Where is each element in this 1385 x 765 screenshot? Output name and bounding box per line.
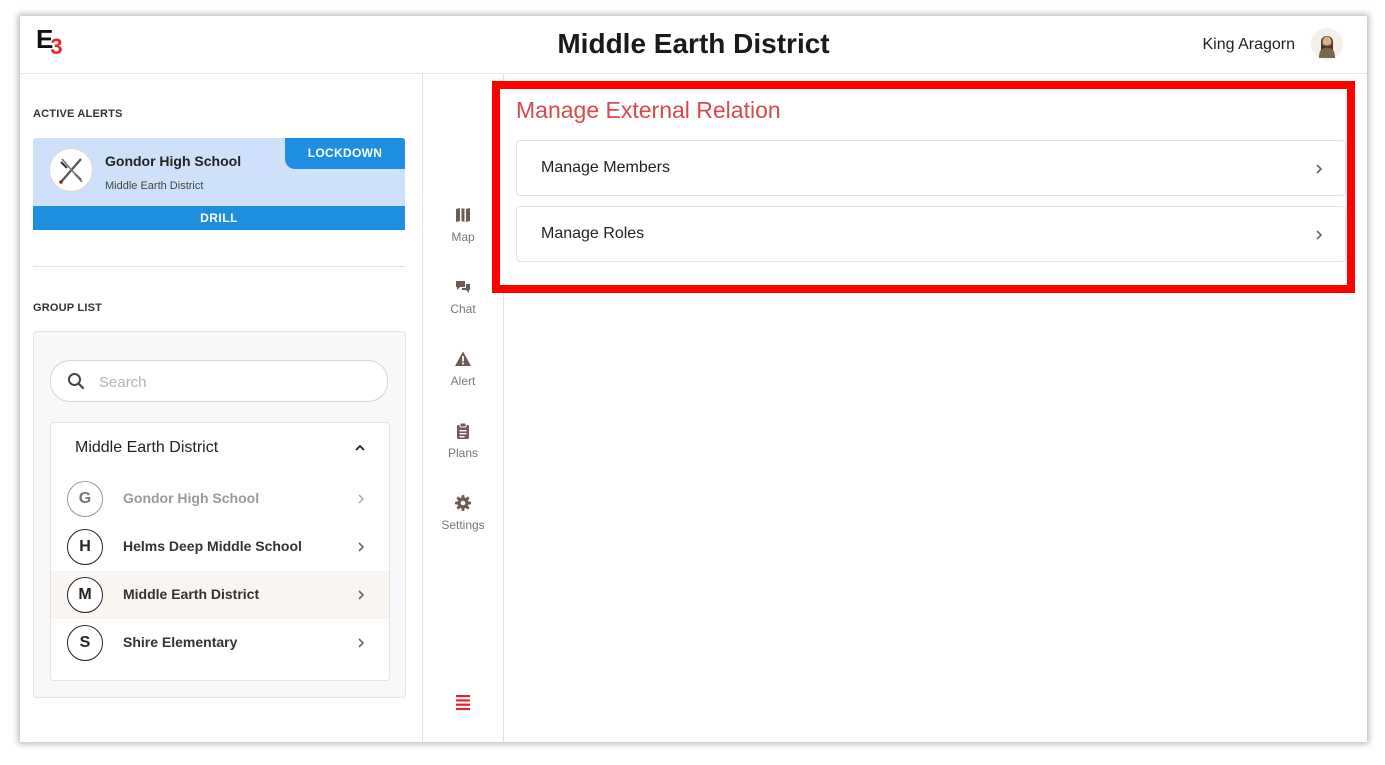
main-content: Manage External Relation Manage Members … (492, 74, 1367, 742)
nav-label-chat: Chat (450, 302, 476, 316)
top-header: E3 Middle Earth District King Aragorn (20, 16, 1367, 74)
chevron-right-icon (1316, 230, 1323, 240)
nav-item-plans[interactable]: Plans (423, 422, 503, 460)
school-initial-badge: G (67, 481, 103, 517)
nav-label-map: Map (451, 230, 475, 244)
list-item-middle-earth-district[interactable]: M Middle Earth District (51, 571, 389, 619)
school-name: Shire Elementary (123, 634, 238, 650)
user-avatar[interactable] (1311, 28, 1343, 60)
search-input[interactable] (97, 370, 371, 394)
user-name[interactable]: King Aragorn (1202, 36, 1295, 54)
alert-icon (455, 351, 471, 366)
nav-item-alert[interactable]: Alert (423, 350, 503, 388)
search-icon (68, 373, 85, 390)
nav-item-map[interactable]: Map (423, 206, 503, 244)
app-window: E3 Middle Earth District King Aragorn AC… (20, 16, 1367, 742)
alert-district-name: Middle Earth District (105, 180, 204, 192)
group-list-panel: Middle Earth District G Gondor High Scho… (33, 331, 406, 698)
map-icon (456, 208, 470, 222)
chevron-right-icon (1316, 164, 1323, 174)
nav-label-alert: Alert (450, 374, 476, 388)
active-alert-card[interactable]: Gondor High School Middle Earth District… (33, 138, 405, 230)
nav-label-plans: Plans (447, 446, 479, 460)
group-list-heading: GROUP LIST (33, 302, 103, 314)
manage-members-label: Manage Members (541, 159, 670, 176)
nav-label-settings: Settings (441, 518, 485, 532)
chevron-right-icon (358, 494, 365, 504)
lockdown-badge: LOCKDOWN (285, 138, 405, 169)
gear-icon (455, 495, 471, 511)
manage-members-row[interactable]: Manage Members (516, 140, 1346, 196)
school-initial-badge: H (67, 529, 103, 565)
school-name: Middle Earth District (123, 586, 260, 602)
school-name: Helms Deep Middle School (123, 538, 302, 554)
list-item-shire-elementary[interactable]: S Shire Elementary (51, 619, 389, 667)
list-item-gondor-high-school[interactable]: G Gondor High School (51, 475, 389, 523)
chevron-right-icon (358, 638, 365, 648)
chat-icon (456, 281, 470, 293)
district-group: Middle Earth District G Gondor High Scho… (50, 422, 390, 681)
school-name: Gondor High School (123, 490, 260, 506)
highlight-box: Manage External Relation Manage Members … (492, 81, 1355, 293)
school-initial-badge: M (67, 577, 103, 613)
left-sidebar: ACTIVE ALERTS Gondor High School Middle … (20, 74, 423, 742)
sidebar-divider (33, 266, 405, 267)
section-title: Manage External Relation (516, 97, 781, 123)
manage-roles-label: Manage Roles (541, 225, 645, 242)
nav-item-chat[interactable]: Chat (423, 278, 503, 316)
chevron-right-icon (358, 542, 365, 552)
drill-label: DRILL (33, 206, 405, 230)
list-item-helms-deep-middle-school[interactable]: H Helms Deep Middle School (51, 523, 389, 571)
hamburger-menu-icon[interactable] (453, 692, 473, 712)
sword-icon (49, 148, 93, 192)
clipboard-icon (457, 422, 469, 439)
manage-roles-row[interactable]: Manage Roles (516, 206, 1346, 262)
alert-school-name: Gondor High School (105, 153, 242, 169)
nav-item-settings[interactable]: Settings (423, 494, 503, 532)
page-title: Middle Earth District (557, 28, 830, 59)
active-alerts-heading: ACTIVE ALERTS (33, 108, 123, 120)
school-initial-badge: S (67, 625, 103, 661)
search-box[interactable] (50, 360, 388, 402)
district-group-title[interactable]: Middle Earth District (75, 439, 218, 457)
chevron-right-icon (358, 590, 365, 600)
chevron-up-icon[interactable] (353, 441, 367, 455)
